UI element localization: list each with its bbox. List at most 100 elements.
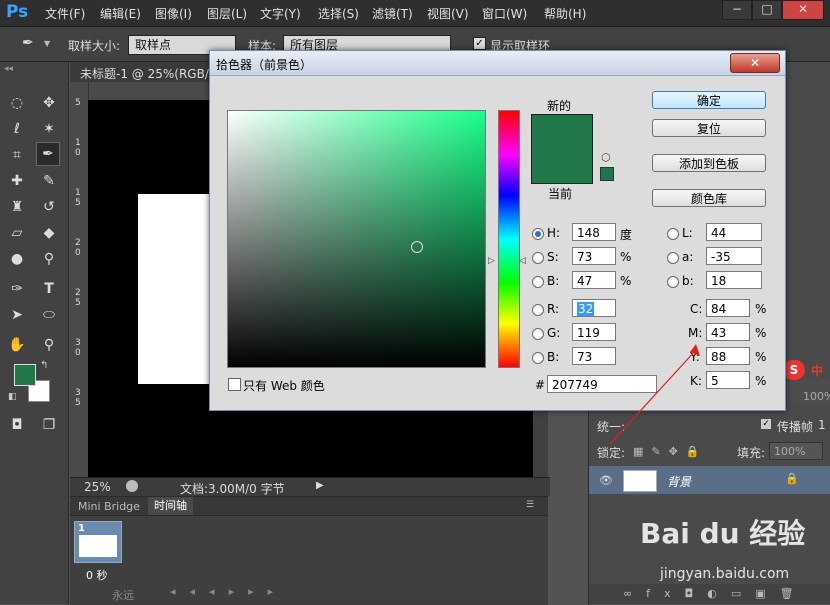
layer-bottom-toolbar[interactable]: ∞fx◘◐▭▣🗑 [589,584,830,604]
animation-frame[interactable]: 1 [74,521,122,563]
out-of-gamut-cube-icon[interactable]: ⬡ [601,151,611,164]
radio-g[interactable] [532,328,544,340]
color-field-cursor[interactable] [411,241,423,253]
tab-timeline[interactable]: 时间轴 [148,497,193,515]
a-input[interactable]: -35 [706,247,762,265]
radio-s[interactable] [532,252,544,264]
dodge-tool-icon[interactable]: ⚲ [38,248,60,270]
minimize-button[interactable]: − [722,0,752,20]
ellipse-tool-icon[interactable]: ⬭ [38,304,60,326]
color-libraries-button[interactable]: 颜色库 [652,189,766,207]
loop-select[interactable]: 永远 [112,587,134,603]
show-ring-checkbox[interactable]: ✓ [473,37,486,50]
y-input[interactable]: 88 [706,347,750,365]
zoom-level[interactable]: 25% [84,480,111,494]
menu-select[interactable]: 选择(S) [318,5,359,22]
swap-colors-icon[interactable]: ↰ [40,360,48,371]
eyedropper-icon[interactable]: ✒ [22,35,34,51]
l-input[interactable]: 44 [706,223,762,241]
c-input[interactable]: 84 [706,299,750,317]
ruler-mark: 3 [75,338,81,348]
radio-h[interactable] [532,228,544,240]
quick-mask-icon[interactable]: ◘ [6,414,28,436]
web-safe-color-swatch[interactable] [600,167,614,181]
collapse-icon[interactable]: ◂◂ [4,64,13,74]
status-icon[interactable] [126,480,138,492]
status-menu-arrow-icon[interactable]: ▶ [316,480,324,491]
radio-r[interactable] [532,304,544,316]
dialog-close-button[interactable]: ✕ [730,53,780,73]
crop-tool-icon[interactable]: ⌗ [6,144,28,166]
frame-delay[interactable]: 0 秒 [86,567,108,583]
propagate-checkbox[interactable]: ✓ [761,419,771,429]
web-only-checkbox[interactable] [228,378,241,391]
blur-tool-icon[interactable]: ● [6,248,28,270]
maximize-button[interactable]: □ [752,0,782,20]
playback-controls[interactable]: ◂◂◂▸▸▸ [170,585,287,598]
move-tool-icon[interactable]: ✥ [38,92,60,114]
dialog-title-bar[interactable]: 拾色器（前景色） ✕ [210,51,785,76]
eraser-tool-icon[interactable]: ▱ [6,222,28,244]
menu-image[interactable]: 图像(I) [155,5,192,22]
radio-a[interactable] [667,252,679,264]
healing-brush-icon[interactable]: ✚ [6,170,28,192]
ime-indicator[interactable]: 中 [811,362,823,379]
menu-help[interactable]: 帮助(H) [544,5,586,22]
ok-button[interactable]: 确定 [652,91,766,109]
b-lab-input[interactable]: 18 [706,271,762,289]
layer-row-background[interactable]: 👁 背景 🔒 [589,466,830,494]
hue-slider-right-arrow-icon[interactable]: ◁ [519,256,526,266]
foreground-color-swatch[interactable] [14,364,36,386]
lasso-tool-icon[interactable]: ℓ [6,118,28,140]
panel-menu-icon[interactable]: ☰ [526,500,534,510]
color-field[interactable] [227,110,486,368]
history-brush-icon[interactable]: ↺ [38,196,60,218]
propagate-value: 1 [818,418,826,432]
hue-slider[interactable] [498,110,520,368]
menu-layer[interactable]: 图层(L) [207,5,247,22]
close-window-button[interactable]: ✕ [782,0,824,20]
m-input[interactable]: 43 [706,323,750,341]
ime-logo-icon[interactable]: S [783,360,805,380]
brush-tool-icon[interactable]: ✎ [38,170,60,192]
chevron-down-icon[interactable]: ▼ [44,39,50,48]
type-tool-icon[interactable]: T [38,278,60,300]
reset-button[interactable]: 复位 [652,119,766,137]
eye-icon[interactable]: 👁 [599,474,613,487]
tab-mini-bridge[interactable]: Mini Bridge [78,500,140,513]
menu-window[interactable]: 窗口(W) [482,5,527,22]
path-select-icon[interactable]: ➤ [6,304,28,326]
radio-l[interactable] [667,228,679,240]
fill-input[interactable]: 100% [769,442,823,460]
menu-file[interactable]: 文件(F) [45,5,85,22]
radio-brightness[interactable] [532,276,544,288]
web-only-label: 只有 Web 颜色 [243,379,325,393]
zoom-tool-icon[interactable]: ⚲ [38,334,60,356]
eyedropper-tool-icon[interactable]: ✒ [36,142,60,166]
h-input[interactable]: 148 [572,223,616,241]
pen-tool-icon[interactable]: ✑ [6,278,28,300]
g-input[interactable]: 119 [572,323,616,341]
radio-blue[interactable] [532,352,544,364]
add-to-swatches-button[interactable]: 添加到色板 [652,154,766,172]
menu-type[interactable]: 文字(Y) [260,5,301,22]
ruler-mark: 5 [75,398,81,408]
s-unit: % [620,250,632,264]
stamp-tool-icon[interactable]: ♜ [6,196,28,218]
radio-b-lab[interactable] [667,276,679,288]
r-input[interactable]: 32 [572,299,616,317]
hue-slider-left-arrow-icon[interactable]: ▷ [488,256,495,266]
default-colors-icon[interactable]: ◧ [8,392,17,402]
marquee-tool-icon[interactable]: ◌ [6,92,28,114]
k-input[interactable]: 5 [706,371,750,389]
menu-view[interactable]: 视图(V) [427,5,469,22]
magic-wand-icon[interactable]: ✶ [38,118,60,140]
hand-tool-icon[interactable]: ✋ [6,334,28,356]
paint-bucket-icon[interactable]: ◆ [38,222,60,244]
brightness-input[interactable]: 47 [572,271,616,289]
menu-filter[interactable]: 滤镜(T) [372,5,413,22]
screen-mode-icon[interactable]: ❐ [38,414,60,436]
menu-edit[interactable]: 编辑(E) [100,5,141,22]
s-input[interactable]: 73 [572,247,616,265]
opacity-value[interactable]: 100% [803,390,830,403]
